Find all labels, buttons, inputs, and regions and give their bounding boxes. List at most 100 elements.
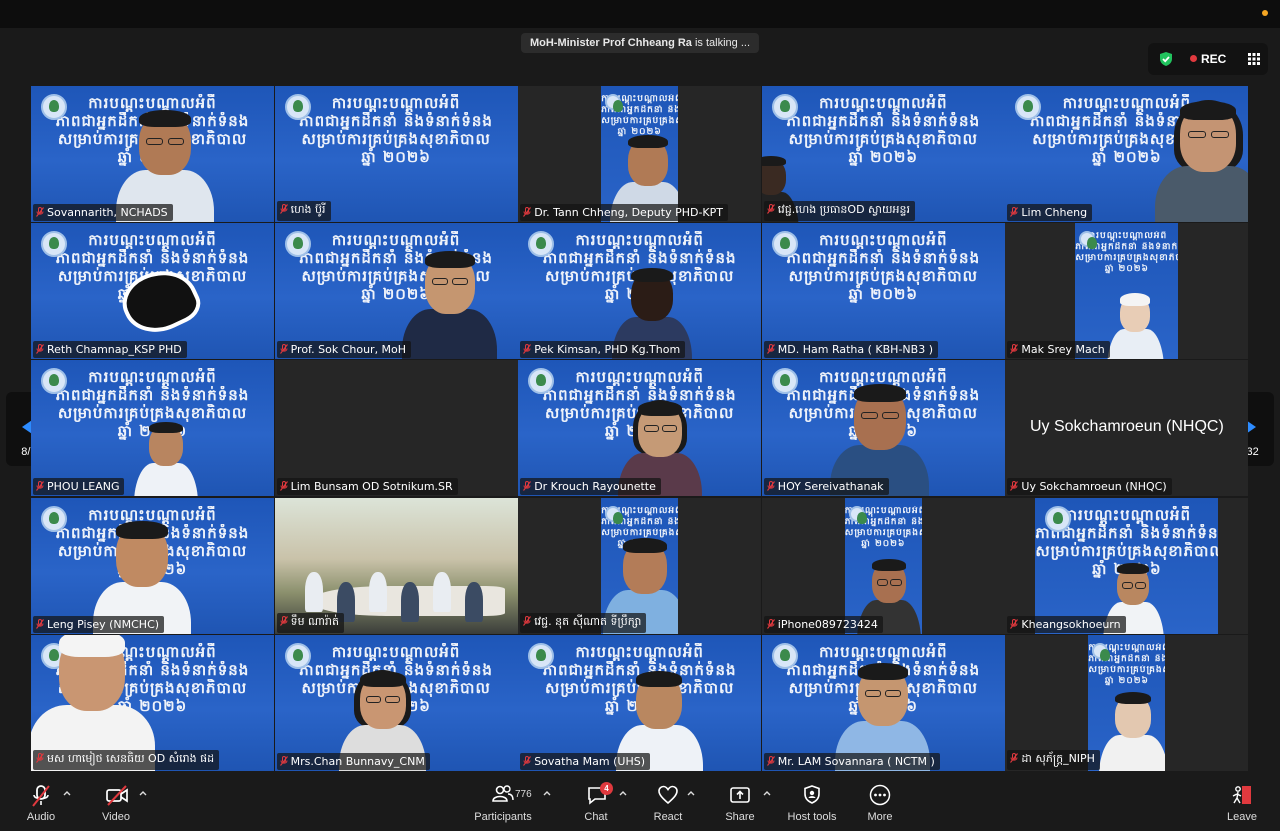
muted-mic-icon bbox=[766, 755, 775, 766]
video-tile[interactable]: ទឹម ណារ៉ាត់ bbox=[274, 497, 518, 634]
active-speaker-suffix: is talking ... bbox=[694, 37, 751, 49]
video-button[interactable]: Video bbox=[96, 777, 136, 831]
security-shield-icon[interactable] bbox=[1158, 51, 1174, 67]
ministry-logo bbox=[284, 231, 311, 258]
participant-name-label: Dr Krouch Rayounette bbox=[520, 478, 661, 496]
video-feed: ការបណ្តុះបណ្តាលអំពីភាពជាអ្នកដឹកនាំ និងទំ… bbox=[1075, 223, 1179, 360]
video-tile[interactable]: ការបណ្តុះបណ្តាលអំពីភាពជាអ្នកដឹកនាំ និងទំ… bbox=[518, 86, 762, 222]
ministry-logo bbox=[771, 642, 798, 669]
video-tile[interactable]: ការបណ្តុះបណ្តាលអំពីភាពជាអ្នកដឹកនាំ និងទំ… bbox=[761, 497, 1005, 634]
ministry-logo bbox=[284, 642, 311, 669]
muted-mic-icon bbox=[36, 618, 44, 629]
muted-mic-icon bbox=[523, 344, 532, 355]
participant-name-label: Lim Bunsam OD Sotnikum.SR bbox=[276, 478, 458, 496]
video-tile[interactable]: ការបណ្តុះបណ្តាលអំពីភាពជាអ្នកដឹកនាំ និងទំ… bbox=[761, 634, 1005, 771]
video-tile[interactable]: ការបណ្តុះបណ្តាលអំពីភាពជាអ្នកដឹកនាំ និងទំ… bbox=[1005, 86, 1249, 222]
participant-name: Kheangsokhoeurn bbox=[1021, 617, 1121, 631]
video-tile[interactable]: ការបណ្តុះបណ្តាលអំពីភាពជាអ្នកដឹកនាំ និងទំ… bbox=[518, 497, 762, 634]
participant-name-label: Uy Sokchamroeun (NHQC) bbox=[1007, 478, 1172, 496]
window-titlebar bbox=[0, 0, 1280, 28]
video-tile[interactable]: ការបណ្តុះបណ្តាលអំពីភាពជាអ្នកដឹកនាំ និងទំ… bbox=[761, 223, 1005, 360]
host-tools-button[interactable]: Host tools bbox=[784, 777, 840, 831]
video-tile[interactable]: Uy Sokchamroeun (NHQC) Uy Sokchamroeun (N… bbox=[1005, 360, 1249, 497]
participant-name-label: ដា សុភ័ក្រ្ត_NIPH bbox=[1007, 749, 1100, 770]
video-tile[interactable]: ការបណ្តុះបណ្តាលអំពីភាពជាអ្នកដឹកនាំ និងទំ… bbox=[31, 360, 274, 497]
participant-name: Uy Sokchamroeun (NHQC) bbox=[1021, 480, 1167, 494]
participant-figure bbox=[612, 223, 715, 360]
participant-name: ដា សុភ័ក្រ្ត_NIPH bbox=[1021, 751, 1095, 765]
banner-line: ការបណ្តុះបណ្តាលអំពី bbox=[88, 231, 217, 250]
active-speaker-banner: MoH-Minister Prof Chheang Ra is talking … bbox=[520, 33, 760, 53]
muted-mic-icon bbox=[279, 344, 288, 355]
react-button[interactable]: React bbox=[648, 777, 688, 831]
audio-button[interactable]: Audio bbox=[20, 777, 62, 831]
video-tile[interactable]: ការបណ្តុះបណ្តាលអំពីភាពជាអ្នកដឹកនាំ និងទំ… bbox=[518, 360, 762, 497]
host-shield-icon bbox=[804, 785, 820, 804]
participant-name-label: Kheangsokhoeurn bbox=[1007, 615, 1126, 633]
video-tile[interactable]: ការបណ្តុះបណ្តាលអំពីភាពជាអ្នកដឹកនាំ និងទំ… bbox=[274, 86, 518, 222]
banner-line: ភាពជាអ្នកដឹកនាំ និងទំនាក់ទំនង bbox=[299, 112, 493, 130]
participant-figure bbox=[1103, 498, 1181, 634]
ministry-logo bbox=[771, 231, 798, 258]
video-tile[interactable]: ការបណ្តុះបណ្តាលអំពីភាពជាអ្នកដឹកនាំ និងទំ… bbox=[1005, 634, 1249, 771]
share-button[interactable]: Share bbox=[720, 777, 760, 831]
participants-options-chevron-icon[interactable] bbox=[543, 790, 551, 796]
video-tile[interactable]: Lim Bunsam OD Sotnikum.SR bbox=[274, 360, 518, 497]
ministry-logo bbox=[1045, 505, 1072, 532]
video-tile[interactable]: ការបណ្តុះបណ្តាលអំពីភាពជាអ្នកដឹកនាំ និងទំ… bbox=[761, 86, 1005, 222]
more-button[interactable]: More bbox=[862, 777, 898, 831]
muted-mic-icon bbox=[523, 615, 532, 626]
video-options-chevron-icon[interactable] bbox=[139, 790, 147, 796]
video-tile[interactable]: ការបណ្តុះបណ្តាលអំពីភាពជាអ្នកដឹកនាំ និងទំ… bbox=[31, 497, 274, 634]
participant-name-label: Prof. Sok Chour, MoH bbox=[276, 341, 412, 359]
video-tile[interactable]: ការបណ្តុះបណ្តាលអំពីភាពជាអ្នកដឹកនាំ និងទំ… bbox=[274, 634, 518, 771]
participant-name: PHOU LEANG bbox=[47, 480, 120, 494]
muted-mic-icon bbox=[766, 344, 775, 355]
leave-button[interactable]: Leave bbox=[1224, 777, 1260, 831]
participant-name: វេជ្ជ. នុត សុីណាត ទីប្រឹក្សា bbox=[534, 614, 642, 628]
muted-mic-icon bbox=[523, 755, 532, 766]
participant-name: Sovannarith, NCHADS bbox=[47, 206, 168, 219]
participants-count: 776 bbox=[515, 789, 532, 800]
active-speaker-name: MoH-Minister Prof Chheang Ra bbox=[529, 37, 692, 49]
ministry-logo bbox=[41, 231, 67, 258]
video-tile[interactable]: ការបណ្តុះបណ្តាលអំពីភាពជាអ្នកដឹកនាំ និងទំ… bbox=[274, 223, 518, 360]
video-off-icon bbox=[106, 785, 128, 806]
participant-name: Mr. LAM Sovannara ( NCTM ) bbox=[777, 754, 935, 768]
video-tile[interactable]: ការបណ្តុះបណ្តាលអំពីភាពជាអ្នកដឹកនាំ និងទំ… bbox=[1005, 223, 1249, 360]
video-tile[interactable]: ការបណ្តុះបណ្តាលអំពីភាពជាអ្នកដឹកនាំ និងទំ… bbox=[1005, 497, 1249, 634]
participant-name-label: Pek Kimsan, PHD Kg.Thom bbox=[520, 341, 686, 359]
share-options-chevron-icon[interactable] bbox=[763, 790, 771, 796]
participant-name-label: វេជ្ជ.ហេង ប្រធានOD ស្វាយអន្ទរ bbox=[763, 201, 915, 221]
chat-options-chevron-icon[interactable] bbox=[619, 790, 627, 796]
meeting-toolbar: Audio Video Participants 776 Chat 4 Reac… bbox=[0, 777, 1280, 831]
muted-mic-icon bbox=[766, 618, 775, 629]
participants-button[interactable]: Participants bbox=[470, 777, 536, 831]
video-label: Video bbox=[102, 811, 130, 823]
room-attendee bbox=[304, 571, 323, 612]
video-tile[interactable]: ការបណ្តុះបណ្តាលអំពីភាពជាអ្នកដឹកនាំ និងទំ… bbox=[518, 634, 762, 771]
participant-name: វេជ្ជ.ហេង ប្រធានOD ស្វាយអន្ទរ bbox=[777, 203, 910, 216]
video-tile[interactable]: ការបណ្តុះបណ្តាលអំពីភាពជាអ្នកដឹកនាំ និងទំ… bbox=[761, 360, 1005, 497]
chat-unread-badge: 4 bbox=[600, 782, 613, 795]
more-label: More bbox=[867, 811, 893, 823]
participant-figure bbox=[856, 498, 922, 634]
participant-name-label: ទឹម ណារ៉ាត់ bbox=[276, 612, 344, 633]
participant-figure bbox=[1106, 223, 1178, 360]
video-tile[interactable]: ការបណ្តុះបណ្តាលអំពីភាពជាអ្នកដឹកនាំ និងទំ… bbox=[518, 223, 762, 360]
video-tile[interactable]: ការបណ្តុះបណ្តាលអំពីភាពជាអ្នកដឹកនាំ និងទំ… bbox=[31, 634, 274, 771]
video-tile[interactable]: ការបណ្តុះបណ្តាលអំពីភាពជាអ្នកដឹកនាំ និងទំ… bbox=[31, 86, 274, 222]
audio-options-chevron-icon[interactable] bbox=[63, 790, 71, 796]
participant-name: Pek Kimsan, PHD Kg.Thom bbox=[534, 343, 681, 357]
recording-indicator[interactable]: REC bbox=[1190, 52, 1226, 66]
audio-label: Audio bbox=[26, 811, 56, 823]
participant-figure bbox=[402, 223, 518, 360]
react-options-chevron-icon[interactable] bbox=[687, 790, 695, 796]
gallery-view-icon[interactable] bbox=[1248, 53, 1260, 65]
video-tile[interactable]: ការបណ្តុះបណ្តាលអំពីភាពជាអ្នកដឹកនាំ និងទំ… bbox=[31, 223, 274, 360]
video-gallery: ការបណ្តុះបណ្តាលអំពី ភាពជាអ្នកដឹកនាំ និងទំ… bbox=[31, 86, 1249, 772]
muted-mic-icon bbox=[766, 481, 775, 492]
participant-name-label: Sovatha Mam (UHS) bbox=[520, 752, 651, 770]
participant-name-placeholder: Uy Sokchamroeun (NHQC) bbox=[1029, 418, 1224, 436]
participant-name-label: Lim Chheng bbox=[1007, 204, 1093, 221]
